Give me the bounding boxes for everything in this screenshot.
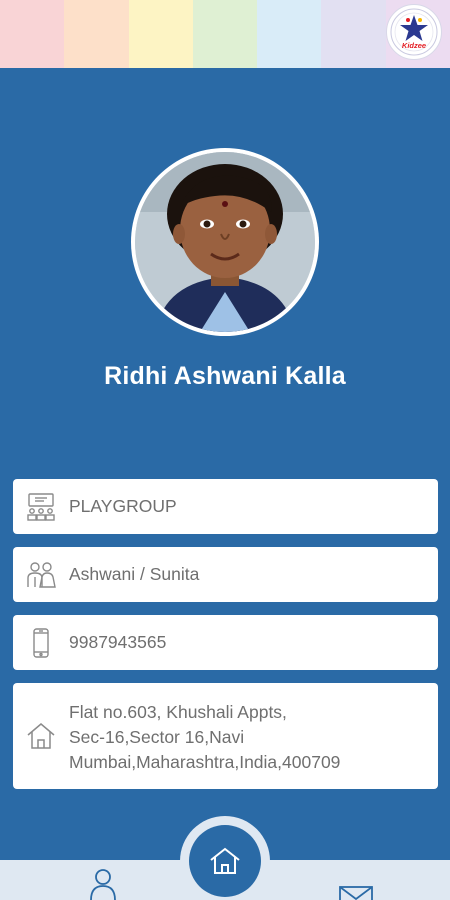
address-line: Flat no.603, Khushali Appts,: [69, 701, 287, 722]
parents-text: Ashwani / Sunita: [69, 564, 200, 584]
avatar[interactable]: [135, 152, 315, 332]
home-icon: [210, 847, 240, 874]
home-button-inner[interactable]: [189, 825, 261, 897]
address-line: Sec-16,Sector 16,Navi: [69, 726, 245, 747]
strip-band: [64, 0, 129, 68]
class-card: PLAYGROUP: [13, 479, 438, 534]
phone-card[interactable]: 9987943565: [13, 615, 438, 670]
strip-band: [128, 0, 193, 68]
nav-profile[interactable]: [89, 868, 117, 900]
strip-band: [257, 0, 322, 68]
student-name: Ridhi Ashwani Kalla: [104, 362, 346, 390]
strip-band: [0, 0, 65, 68]
header-strip: [0, 0, 450, 68]
avatar-frame: [131, 148, 319, 336]
phone-text[interactable]: 9987943565: [69, 630, 166, 655]
school-logo: Kidzee: [386, 4, 442, 60]
parents-card: Ashwani / Sunita: [13, 547, 438, 602]
school-star-logo-icon: Kidzee: [390, 8, 438, 56]
strip-band: [192, 0, 258, 68]
student-photo-icon: [135, 152, 315, 332]
address-home-icon: [13, 720, 69, 752]
address-card: Flat no.603, Khushali Appts, Sec-16,Sect…: [13, 683, 438, 789]
mail-icon: [339, 886, 373, 900]
home-button[interactable]: [180, 816, 270, 900]
address-line: Mumbai,Maharashtra,India,400709: [69, 751, 341, 772]
classroom-icon: [13, 491, 69, 523]
mobile-phone-icon: [13, 627, 69, 659]
logo-text: Kidzee: [402, 41, 426, 50]
strip-band: [321, 0, 386, 68]
user-icon: [90, 869, 116, 900]
parents-icon: [13, 559, 69, 591]
address-text: Flat no.603, Khushali Appts, Sec-16,Sect…: [69, 698, 340, 775]
nav-messages[interactable]: [339, 886, 373, 900]
class-text: PLAYGROUP: [69, 496, 177, 516]
